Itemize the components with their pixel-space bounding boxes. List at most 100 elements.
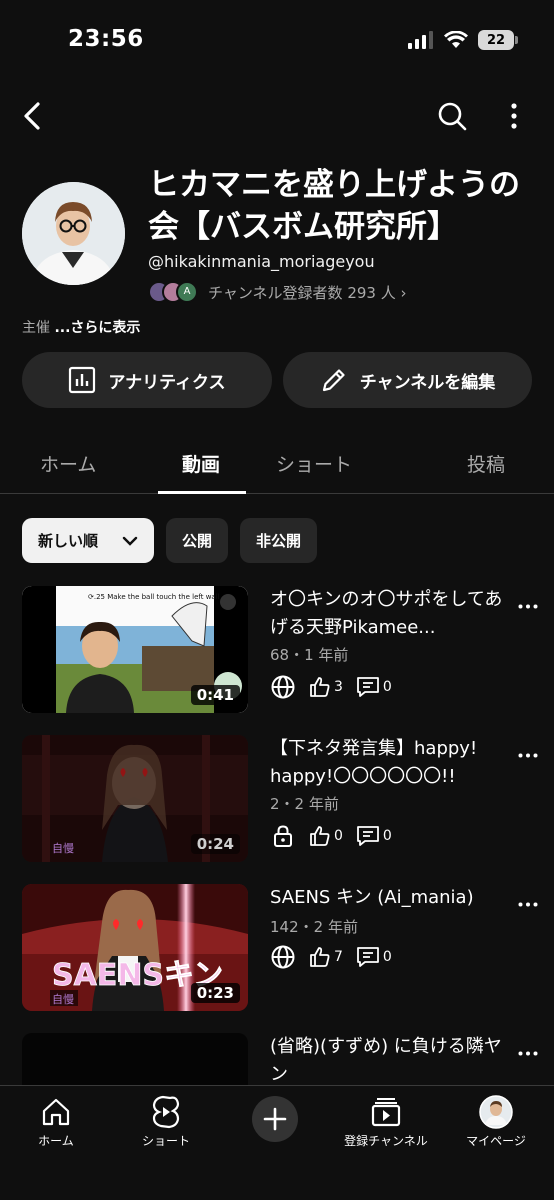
more-options-button[interactable]: [494, 96, 534, 136]
video-duration: 0:23: [190, 983, 240, 1003]
video-title[interactable]: SAENS キン (Ai_mania): [270, 884, 506, 912]
profile-avatar-icon: [479, 1095, 513, 1129]
more-horiz-icon: [518, 604, 538, 608]
tab-videos[interactable]: 動画: [182, 450, 220, 477]
search-icon: [438, 102, 467, 131]
video-thumbnail[interactable]: ⟳.25 Make the ball touch the left wall 0…: [22, 586, 248, 713]
filter-private-chip[interactable]: 非公開: [240, 518, 318, 563]
subscriber-count: チャンネル登録者数 293 人 ›: [208, 283, 407, 302]
more-horiz-icon: [518, 902, 538, 906]
like-stat: 0: [308, 824, 343, 848]
comment-count: 0: [382, 679, 392, 695]
channel-avatar[interactable]: [22, 182, 125, 285]
video-more-button[interactable]: [516, 1041, 540, 1065]
like-stat: 7: [308, 945, 343, 969]
comment-count: 0: [382, 828, 392, 844]
filter-public-chip[interactable]: 公開: [166, 518, 229, 563]
comment-icon: [357, 677, 379, 697]
nav-mypage[interactable]: マイページ: [446, 1094, 546, 1149]
video-title[interactable]: オ〇キンのオ〇サポをしてあげる天野Pikamee...: [270, 586, 506, 642]
back-button[interactable]: [12, 96, 52, 136]
lock-icon: [274, 825, 292, 847]
channel-title: ヒカマニを盛り上げようの会【バスボム研究所】: [148, 167, 520, 245]
channel-tabs: ホーム 動画 ショート 投稿: [0, 440, 554, 494]
analytics-button[interactable]: アナリティクス: [22, 352, 272, 408]
pencil-icon: [322, 369, 345, 392]
top-bar: [0, 92, 554, 138]
comment-count: 0: [382, 949, 392, 965]
thumbnail-tag: 自慢: [52, 993, 74, 1006]
like-count: 7: [334, 949, 343, 965]
video-item[interactable]: 自慢 0:24 【下ネタ発言集】happy! happy!〇〇〇〇〇〇!! 2・…: [0, 735, 554, 865]
nav-home[interactable]: ホーム: [6, 1094, 106, 1149]
home-icon: [42, 1098, 70, 1126]
thumbs-up-icon: [310, 677, 330, 697]
subscriptions-icon: [371, 1098, 401, 1127]
thumbs-up-icon: [310, 947, 330, 967]
video-stats: 7 0: [270, 944, 404, 970]
plus-icon: [263, 1107, 287, 1131]
analytics-icon: [69, 366, 96, 394]
video-meta: 68・1 年前: [270, 646, 349, 664]
video-meta: 142・2 年前: [270, 918, 358, 936]
visibility-status: [270, 823, 296, 849]
video-thumbnail[interactable]: SAENSキン 自慢 0:23: [22, 884, 248, 1011]
sort-label: 新しい順: [38, 532, 99, 550]
globe-icon: [271, 675, 295, 699]
visibility-status: [270, 674, 296, 700]
status-bar: 23:56 22: [0, 0, 554, 84]
shorts-icon: [152, 1095, 180, 1129]
like-count: 3: [334, 679, 343, 695]
video-more-button[interactable]: [516, 743, 540, 767]
create-button[interactable]: [252, 1096, 298, 1142]
channel-description[interactable]: 主催 ...さらに表示: [22, 317, 140, 337]
video-title[interactable]: (省略)(すずめ) に負ける隣ヤン: [270, 1033, 506, 1089]
video-more-button[interactable]: [516, 892, 540, 916]
bottom-navigation: ホーム ショート 登録チャンネル マイページ: [0, 1085, 554, 1200]
back-arrow-icon: [24, 102, 40, 130]
channel-handle: @hikakinmania_moriageyou: [148, 252, 375, 271]
tab-posts[interactable]: 投稿: [467, 450, 505, 477]
thumbs-up-icon: [310, 826, 330, 846]
nav-shorts-label: ショート: [141, 1134, 190, 1148]
video-stats: 3 0: [270, 674, 404, 700]
wifi-icon: [444, 31, 468, 48]
video-more-button[interactable]: [516, 594, 540, 618]
tab-shorts[interactable]: ショート: [276, 450, 352, 477]
like-count: 0: [334, 828, 343, 844]
video-item[interactable]: ⟳.25 Make the ball touch the left wall 0…: [0, 586, 554, 716]
chevron-down-icon: [122, 536, 138, 546]
video-thumbnail[interactable]: 自慢 0:24: [22, 735, 248, 862]
more-horiz-icon: [518, 753, 538, 757]
tab-home[interactable]: ホーム: [40, 450, 96, 477]
nav-subscriptions-label: 登録チャンネル: [344, 1134, 428, 1148]
comment-icon: [357, 826, 379, 846]
avatar-image: [22, 182, 125, 285]
more-vert-icon: [511, 103, 517, 129]
like-stat: 3: [308, 675, 343, 699]
nav-shorts[interactable]: ショート: [116, 1094, 216, 1149]
edit-channel-button[interactable]: チャンネルを編集: [283, 352, 532, 408]
comment-stat: 0: [355, 675, 392, 699]
subscriber-avatars: A: [148, 281, 198, 303]
more-horiz-icon: [518, 1051, 538, 1055]
nav-home-label: ホーム: [38, 1134, 74, 1148]
comment-stat: 0: [355, 824, 392, 848]
sort-dropdown[interactable]: 新しい順: [22, 518, 154, 563]
show-more-link[interactable]: ...さらに表示: [54, 320, 140, 336]
video-stats: 0 0: [270, 823, 404, 849]
battery-indicator: 22: [478, 30, 518, 50]
edit-channel-label: チャンネルを編集: [359, 372, 496, 393]
subscribers-row[interactable]: A チャンネル登録者数 293 人 ›: [148, 281, 406, 303]
status-icons: 22: [408, 30, 518, 50]
active-tab-indicator: [158, 491, 246, 494]
video-title[interactable]: 【下ネタ発言集】happy! happy!〇〇〇〇〇〇!!: [270, 735, 506, 791]
comment-icon: [357, 947, 379, 967]
thumbnail-caption: ⟳.25 Make the ball touch the left wall: [88, 593, 220, 601]
search-button[interactable]: [432, 96, 472, 136]
video-meta: 2・2 年前: [270, 795, 339, 813]
video-item[interactable]: SAENSキン 自慢 0:23 SAENS キン (Ai_mania) 142・…: [0, 884, 554, 1014]
globe-icon: [271, 945, 295, 969]
subscriber-avatar: A: [176, 281, 198, 303]
nav-subscriptions[interactable]: 登録チャンネル: [336, 1094, 436, 1149]
